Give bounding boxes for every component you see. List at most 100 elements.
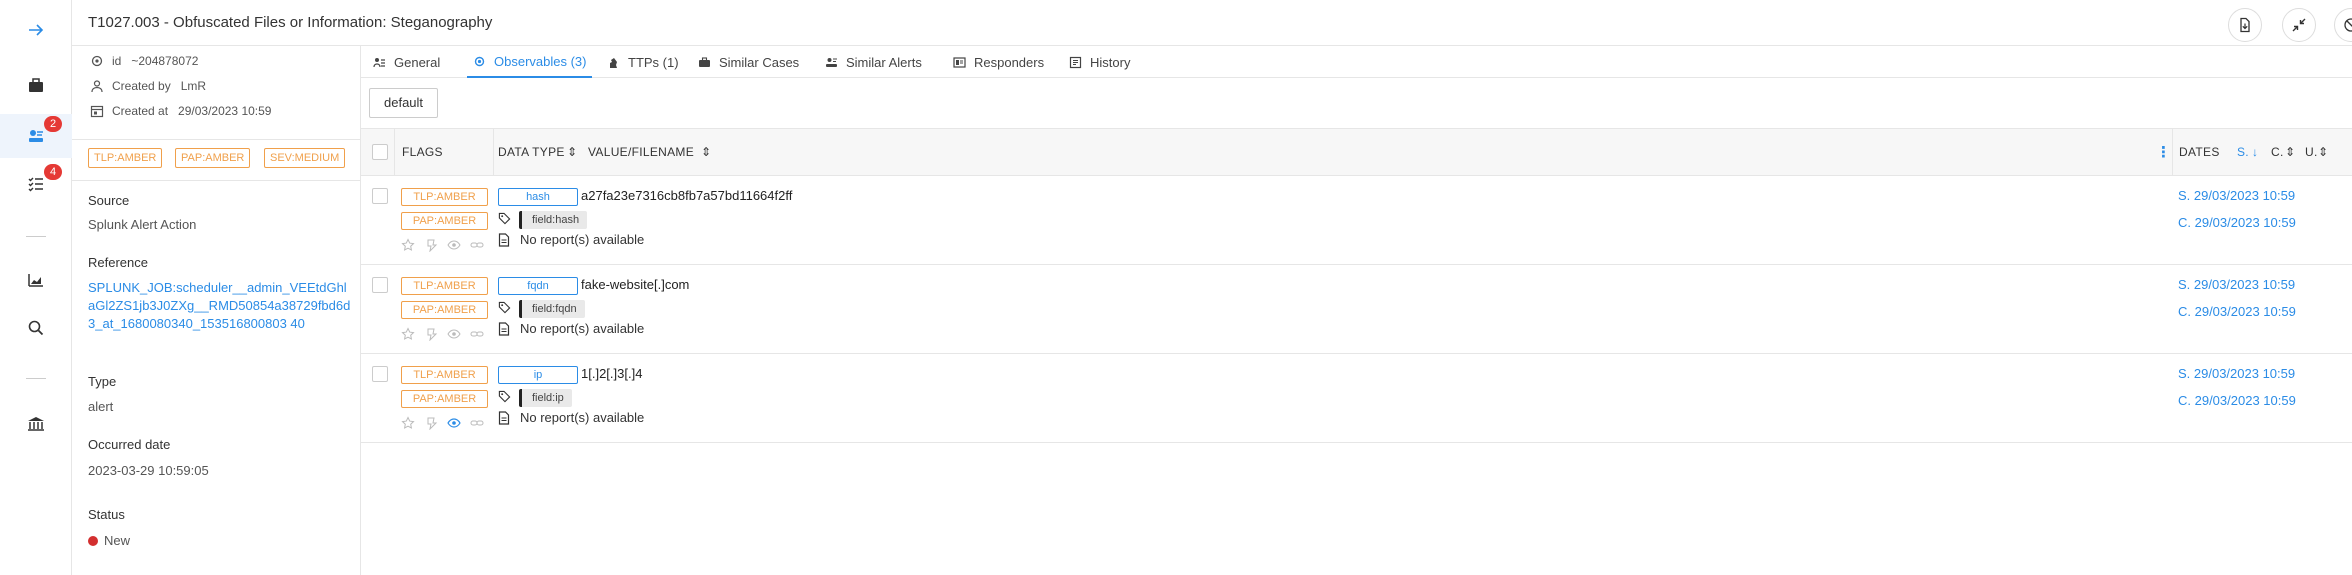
status-value: New [88,533,130,548]
type-label: Type [88,374,117,389]
severity-pill: SEV:MEDIUM [264,148,346,168]
link-icon[interactable] [470,327,484,341]
tlp-flag: TLP:AMBER [401,277,488,295]
history-icon [1069,56,1082,68]
tlp-pill: TLP:AMBER [88,148,163,168]
data-type-badge[interactable]: hash [498,188,578,206]
value-header[interactable]: VALUE/FILENAME [588,145,694,159]
pap-flag: PAP:AMBER [401,301,488,319]
nav-cases-button[interactable] [0,64,72,108]
row-checkbox[interactable] [372,366,388,382]
observable-tag[interactable]: field:ip [519,389,572,407]
tab-responders-label: Responders [974,54,1045,70]
ioc-flag-icon[interactable] [424,327,438,341]
meta-created-by-label: Created by [112,79,171,93]
star-icon[interactable] [401,327,415,341]
alerts-badge: 2 [44,116,62,132]
star-icon[interactable] [401,416,415,430]
tab-ttps[interactable]: TTPs (1) [607,46,679,78]
table-row[interactable]: TLP:AMBER PAP:AMBER fqdn fake-website[.]… [361,265,2352,354]
tab-similar-alerts[interactable]: Similar Alerts [825,46,922,78]
status-label: Status [88,507,125,522]
pap-flag: PAP:AMBER [401,390,488,408]
nav-dashboards-button[interactable] [0,258,72,302]
default-view-button[interactable]: default [369,88,439,118]
pap-pill: PAP:AMBER [175,148,251,168]
dates-header: DATES [2179,145,2220,159]
observable-tag[interactable]: field:fqdn [519,300,585,318]
title-bar: T1027.003 - Obfuscated Files or Informat… [72,0,2352,46]
observable-tag[interactable]: field:hash [519,211,588,229]
updated-date-sort-icon[interactable]: ⇕ [2318,145,2328,159]
sighted-eye-icon[interactable] [447,327,461,341]
data-type-header[interactable]: DATA TYPE [498,145,565,159]
nav-tasks-button[interactable]: 4 [0,162,72,206]
tag-line: field:fqdn [498,300,585,318]
report-status: No report(s) available [520,232,645,247]
updated-date-sort[interactable]: U. [2305,145,2318,159]
occurred-date-value: 2023-03-29 10:59:05 [88,463,209,478]
report-line: No report(s) available [498,321,644,336]
alerts-icon [826,57,837,67]
created-date-sort-icon[interactable]: ⇕ [2285,145,2295,159]
nav-alerts-button[interactable]: 2 [0,114,72,158]
sighted-eye-icon[interactable] [447,238,461,252]
tab-general[interactable]: General [373,46,440,78]
star-icon[interactable] [401,238,415,252]
tag-line: field:hash [498,211,588,229]
select-all-checkbox[interactable] [372,144,388,160]
created-date: C. 29/03/2023 10:59 [2178,393,2296,408]
link-icon[interactable] [470,238,484,252]
report-file-icon [498,321,510,336]
close-button[interactable] [2334,8,2352,42]
link-icon[interactable] [470,416,484,430]
side-divider [72,180,361,181]
gear-icon [90,54,104,68]
data-type-badge[interactable]: fqdn [498,277,578,295]
main-content: General Observables (3) TTPs (1) Similar… [361,46,2352,575]
close-icon [2344,18,2352,32]
meta-created-by-value: LmR [180,79,207,93]
table-row[interactable]: TLP:AMBER PAP:AMBER ip 1[.]2[.]3[.]4 fie… [361,354,2352,443]
meta-id-value: ~204878072 [131,54,199,68]
value-sort-icon[interactable]: ⇕ [701,145,711,159]
collapse-button[interactable] [2282,8,2316,42]
column-menu-icon[interactable]: ⋮ [2156,143,2171,161]
start-date-sort-icon[interactable]: ↓ [2252,145,2258,159]
flag-icons [401,416,484,430]
created-date-sort[interactable]: C. [2271,145,2284,159]
observable-value[interactable]: fake-website[.]com [581,277,689,292]
ioc-flag-icon[interactable] [424,238,438,252]
table-row[interactable]: TLP:AMBER PAP:AMBER hash a27fa23e7316cb8… [361,176,2352,265]
report-file-icon [498,232,510,247]
tag-line: field:ip [498,389,572,407]
report-status: No report(s) available [520,321,645,336]
tab-history-label: History [1090,54,1131,70]
source-label: Source [88,193,130,208]
sighted-eye-icon[interactable] [447,416,461,430]
expand-nav-button[interactable] [0,8,72,52]
nav-organisation-button[interactable] [0,402,72,446]
created-date: C. 29/03/2023 10:59 [2178,215,2296,230]
start-date-sort[interactable]: S. [2237,145,2249,159]
status-dot-icon [88,536,98,546]
tab-observables[interactable]: Observables (3) [467,46,593,78]
tab-similar-cases[interactable]: Similar Cases [698,46,799,78]
tab-history[interactable]: History [1069,46,1130,78]
flag-icons [401,327,484,341]
data-type-sort-icon[interactable]: ⇕ [567,145,577,159]
column-divider [493,129,494,175]
data-type-badge[interactable]: ip [498,366,578,384]
start-date: S. 29/03/2023 10:59 [2178,277,2296,292]
row-checkbox[interactable] [372,277,388,293]
ioc-flag-icon[interactable] [424,416,438,430]
bank-icon [28,417,44,431]
nav-search-button[interactable] [0,306,72,350]
observable-value[interactable]: 1[.]2[.]3[.]4 [581,366,642,381]
tab-responders[interactable]: Responders [953,46,1044,78]
reference-link[interactable]: SPLUNK_JOB:scheduler__admin_VEEtdGhlaGl2… [88,279,352,333]
observable-value[interactable]: a27fa23e7316cb8fb7a57bd11664f2ff [581,188,792,203]
row-checkbox[interactable] [372,188,388,204]
file-export-icon [2240,17,2250,33]
export-button[interactable] [2228,8,2262,42]
